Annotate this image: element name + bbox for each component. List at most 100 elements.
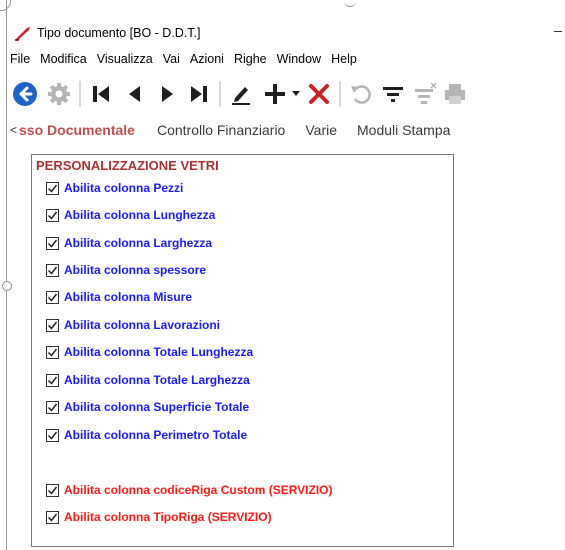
clear-filter-button[interactable] [410, 75, 440, 113]
checkbox-box[interactable] [46, 236, 59, 250]
edit-icon [232, 87, 250, 105]
checkbox-totale-lunghezza[interactable]: Abilita colonna Totale Lunghezza [46, 344, 253, 360]
checkbox-label: Abilita colonna Misure [64, 290, 193, 304]
next-record-button[interactable] [152, 75, 182, 113]
personalizzazione-vetri-panel: PERSONALIZZAZIONE VETRI Abilita colonna … [31, 154, 454, 547]
checkbox-pezzi[interactable]: Abilita colonna Pezzi [46, 180, 183, 196]
window-left-edge [6, 0, 7, 550]
menu-modifica[interactable]: Modifica [40, 52, 87, 66]
checkbox-lavorazioni[interactable]: Abilita colonna Lavorazioni [46, 317, 220, 333]
checkbox-larghezza[interactable]: Abilita colonna Larghezza [46, 235, 212, 251]
checkbox-totale-larghezza[interactable]: Abilita colonna Totale Larghezza [46, 372, 250, 388]
menu-window[interactable]: Window [277, 52, 321, 66]
tab-strip: < sso Documentale Controllo Finanziario … [10, 117, 470, 143]
check-icon [47, 184, 58, 193]
app-icon [15, 27, 30, 41]
checkbox-box[interactable] [46, 373, 59, 387]
filter-button[interactable] [378, 75, 408, 113]
checkbox-label: Abilita colonna spessore [64, 263, 207, 277]
title-bar: Tipo documento [BO - D.D.T.] [10, 21, 565, 45]
previous-record-icon [129, 86, 140, 102]
tab-varie[interactable]: Varie [305, 122, 337, 138]
edit-button[interactable] [226, 75, 256, 113]
toolbar-separator [339, 81, 341, 107]
splitter-handle[interactable] [2, 281, 12, 291]
delete-button[interactable] [304, 75, 334, 113]
add-button[interactable] [260, 75, 290, 113]
toolbar [10, 75, 565, 113]
checkbox-box[interactable] [46, 318, 59, 332]
clear-filter-icon [415, 82, 437, 104]
first-record-button[interactable] [86, 75, 116, 113]
minimize-button[interactable] [554, 31, 562, 32]
add-icon [265, 84, 285, 104]
checkbox-spessore[interactable]: Abilita colonna spessore [46, 262, 206, 278]
menu-bar: File Modifica Visualizza Vai Azioni Righ… [10, 49, 367, 69]
gear-icon [48, 83, 70, 105]
check-icon [47, 321, 58, 330]
print-button[interactable] [440, 75, 470, 113]
checkbox-codiceriga-custom[interactable]: Abilita colonna codiceRiga Custom (SERVI… [46, 482, 332, 498]
check-icon [47, 431, 58, 440]
window-notch [344, 0, 356, 7]
checkbox-box[interactable] [46, 483, 59, 497]
back-button[interactable] [10, 75, 40, 113]
checkbox-superficie-totale[interactable]: Abilita colonna Superficie Totale [46, 399, 249, 415]
checkbox-misure[interactable]: Abilita colonna Misure [46, 289, 192, 305]
checkbox-label: Abilita colonna Lunghezza [64, 208, 216, 222]
previous-record-button[interactable] [120, 75, 150, 113]
toolbar-separator [219, 81, 221, 107]
check-icon [47, 348, 58, 357]
back-icon [13, 82, 37, 106]
window-corner [0, 0, 11, 11]
check-icon [47, 513, 58, 522]
settings-button[interactable] [44, 75, 74, 113]
checkbox-box[interactable] [46, 208, 59, 222]
last-record-button[interactable] [184, 75, 214, 113]
tab-processo-documentale[interactable]: sso Documentale [19, 122, 135, 138]
checkbox-label: Abilita colonna Pezzi [64, 181, 184, 195]
checkbox-box[interactable] [46, 400, 59, 414]
checkbox-label: Abilita colonna Lavorazioni [64, 318, 221, 332]
menu-visualizza[interactable]: Visualizza [97, 52, 153, 66]
tab-scroll-left-icon[interactable]: < [10, 123, 17, 137]
checkbox-label: Abilita colonna codiceRiga Custom (SERVI… [64, 483, 333, 497]
tab-controllo-finanziario[interactable]: Controllo Finanziario [157, 122, 285, 138]
checkbox-label: Abilita colonna Superficie Totale [64, 400, 250, 414]
delete-icon [309, 84, 329, 104]
check-icon [47, 239, 58, 248]
check-icon [47, 486, 58, 495]
check-icon [47, 266, 58, 275]
print-icon [445, 84, 465, 104]
undo-icon [351, 85, 371, 104]
tab-moduli-stampa[interactable]: Moduli Stampa [357, 122, 450, 138]
next-record-icon [162, 86, 173, 102]
checkbox-label: Abilita colonna TipoRiga (SERVIZIO) [64, 510, 272, 524]
checkbox-box[interactable] [46, 428, 59, 442]
checkbox-box[interactable] [46, 510, 59, 524]
check-icon [47, 376, 58, 385]
menu-azioni[interactable]: Azioni [190, 52, 224, 66]
last-record-icon [191, 86, 207, 102]
checkbox-label: Abilita colonna Perimetro Totale [64, 428, 248, 442]
window-title: Tipo documento [BO - D.D.T.] [37, 26, 201, 40]
checkbox-box[interactable] [46, 345, 59, 359]
section-title: PERSONALIZZAZIONE VETRI [36, 158, 219, 173]
first-record-icon [93, 86, 109, 102]
check-icon [47, 211, 58, 220]
add-dropdown-button[interactable] [290, 75, 302, 113]
menu-file[interactable]: File [10, 52, 30, 66]
dropdown-arrow-icon [292, 91, 300, 96]
checkbox-label: Abilita colonna Totale Larghezza [64, 373, 250, 387]
checkbox-box[interactable] [46, 181, 59, 195]
checkbox-box[interactable] [46, 290, 59, 304]
undo-button[interactable] [346, 75, 376, 113]
checkbox-tiporiga[interactable]: Abilita colonna TipoRiga (SERVIZIO) [46, 509, 272, 525]
checkbox-lunghezza[interactable]: Abilita colonna Lunghezza [46, 207, 215, 223]
menu-righe[interactable]: Righe [234, 52, 267, 66]
checkbox-box[interactable] [46, 263, 59, 277]
menu-vai[interactable]: Vai [163, 52, 180, 66]
menu-help[interactable]: Help [331, 52, 357, 66]
checkbox-perimetro-totale[interactable]: Abilita colonna Perimetro Totale [46, 427, 247, 443]
check-icon [47, 403, 58, 412]
